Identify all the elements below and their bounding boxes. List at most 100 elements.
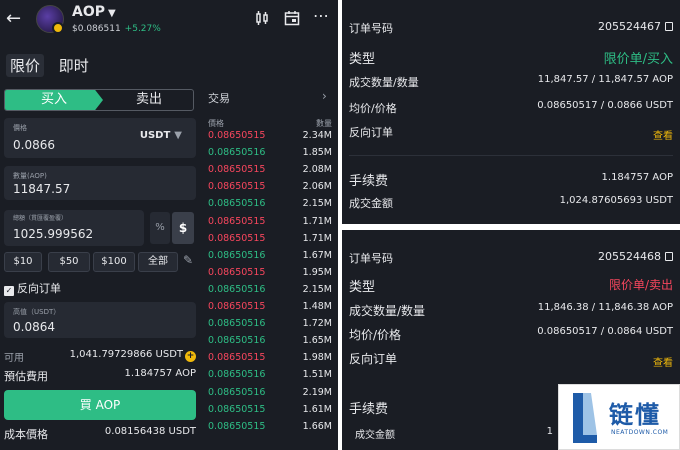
quick-amount-10[interactable]: $10 [4, 252, 42, 272]
orderbook-row[interactable]: 0.08650515 1.98M [208, 352, 332, 369]
orderbook-price: 0.08650515 [208, 403, 266, 415]
orderbook-price: 0.08650515 [208, 301, 266, 312]
cost-price-value: 0.08156438 USDT [104, 426, 196, 437]
orderbook-row[interactable]: 0.08650515 1.48M [208, 301, 332, 318]
orderbook-row[interactable]: 0.08650516 1.67M [208, 250, 332, 267]
quick-amount-100[interactable]: $100 [93, 252, 135, 272]
last-price-line: $0.086511 +5.27% [72, 24, 161, 34]
orderbook-title[interactable]: 交易 [208, 90, 230, 106]
buy-aop-button[interactable]: 買 AOP [4, 390, 196, 420]
price-unit-selector[interactable]: USDT ▼ [140, 130, 182, 141]
orderbook-row[interactable]: 0.08650515 2.34M [208, 130, 332, 147]
orderbook-price: 0.08650515 [208, 130, 266, 141]
quick-amount-50[interactable]: $50 [48, 252, 90, 272]
orderbook-qty: 1.72M [302, 318, 332, 330]
total-value-partial: 1 [546, 426, 553, 437]
view-link[interactable]: 查看 [653, 354, 673, 369]
back-arrow-icon[interactable]: ← [6, 8, 21, 29]
divider [349, 155, 673, 156]
orderbook-row[interactable]: 0.08650515 1.71M [208, 233, 332, 250]
orderbook-price: 0.08650515 [208, 164, 266, 176]
order-type-label: 类型 [349, 280, 376, 295]
order-number: 205524467 [598, 20, 661, 33]
filled-value: 11,847.57 / 11,847.57 AOP [537, 74, 673, 85]
avg-price-value: 0.08650517 / 0.0866 USDT [537, 100, 673, 111]
last-price: $0.086511 [72, 24, 121, 34]
pair-selector[interactable]: AOP ▼ [72, 4, 116, 20]
orderbook-price: 0.08650515 [208, 352, 266, 364]
orderbook-row[interactable]: 0.08650516 1.51M [208, 369, 332, 386]
price-value: 0.0866 [13, 138, 55, 152]
order-type-label: 类型 [349, 52, 376, 67]
orderbook-qty: 2.15M [302, 283, 332, 295]
tab-market[interactable]: 即时 [59, 55, 89, 76]
price-input[interactable]: 價格 0.0866 USDT ▼ [4, 118, 196, 158]
quick-amount-all[interactable]: 全部 [138, 252, 178, 272]
orderbook-row[interactable]: 0.08650515 1.95M [208, 267, 332, 284]
orderbook-row[interactable]: 0.08650516 2.15M [208, 198, 332, 215]
orderbook-row[interactable]: 0.08650515 1.61M [208, 404, 332, 421]
tab-limit[interactable]: 限价 [6, 54, 45, 77]
copy-icon[interactable] [665, 22, 673, 31]
orderbook-price: 0.08650515 [208, 232, 266, 244]
buy-sell-toggle: 买入 卖出 [4, 89, 194, 111]
pair-name: AOP [72, 4, 105, 20]
buy-tab[interactable]: 买入 [5, 90, 103, 110]
orderbook-row[interactable]: 0.08650516 2.15M [208, 284, 332, 301]
quantity-input[interactable]: 數量(AOP) 11847.57 [4, 166, 196, 200]
cost-price-row: 成本價格 0.08156438 USDT [4, 426, 196, 441]
amount-input[interactable]: 總額（貫匯覆盈覆） 1025.999562 [4, 210, 144, 246]
quantity-label: 數量(AOP) [13, 172, 47, 180]
orderbook-row[interactable]: 0.08650516 1.72M [208, 318, 332, 335]
reverse-order-label: 反向订单 [349, 352, 398, 366]
orderbook-row[interactable]: 0.08650516 1.85M [208, 147, 332, 164]
orderbook-row[interactable]: 0.08650515 2.08M [208, 164, 332, 181]
orderbook-price: 0.08650516 [208, 147, 266, 159]
est-fee-value: 1.184757 AOP [124, 368, 196, 379]
orderbook-qty-header: 數量 [316, 119, 332, 128]
avg-price-label: 均价/价格 [349, 328, 402, 342]
caret-down-icon: ▼ [108, 8, 116, 19]
orderbook-qty: 1.98M [302, 352, 332, 364]
orderbook-price: 0.08650515 [208, 420, 266, 432]
orderbook-row[interactable]: 0.08650515 2.06M [208, 181, 332, 198]
high-value-input[interactable]: 高值（USDT） 0.0864 [4, 302, 196, 338]
reverse-order-label: 反向订单 [17, 282, 61, 295]
available-value: 1,041.79729866 USDT [69, 349, 183, 360]
order-type-tabs: 限价 即时 [6, 54, 99, 77]
calendar-icon[interactable] [284, 10, 300, 30]
orderbook-row[interactable]: 0.08650515 1.71M [208, 216, 332, 233]
orderbook-row[interactable]: 0.08650516 1.65M [208, 335, 332, 352]
logo-l-icon [573, 393, 597, 443]
orderbook-row[interactable]: 0.08650516 2.19M [208, 387, 332, 404]
orderbook-price: 0.08650516 [208, 198, 266, 210]
orderbook-qty: 1.85M [302, 147, 332, 159]
reverse-order-checkbox[interactable]: ✓ 反向订单 [4, 280, 61, 296]
filled-label: 成交数量/数量 [349, 76, 419, 89]
order-number: 205524468 [598, 250, 661, 263]
candlestick-chart-icon[interactable] [254, 10, 270, 30]
copy-icon[interactable] [665, 252, 673, 261]
price-unit: USDT [139, 130, 171, 141]
add-funds-icon[interactable]: + [185, 351, 196, 362]
filled-value: 11,846.38 / 11,846.38 AOP [537, 302, 673, 313]
watermark-subtext: NEATDOWN.COM [611, 429, 669, 436]
sell-tab[interactable]: 卖出 [103, 90, 193, 110]
more-icon[interactable]: ⋯ [313, 6, 329, 25]
percent-mode-button[interactable]: % [150, 212, 170, 244]
orderbook-qty: 1.51M [302, 369, 332, 381]
watermark-logo: 链懂 NEATDOWN.COM [558, 384, 680, 450]
est-fee-label: 預估費用 [4, 370, 48, 383]
orderbook-qty: 2.06M [302, 181, 332, 193]
orderbook-price: 0.08650515 [208, 266, 266, 278]
view-link[interactable]: 查看 [653, 127, 673, 142]
chevron-right-icon[interactable]: › [322, 89, 327, 103]
total-label: 成交金额 [349, 197, 393, 210]
filled-label: 成交数量/数量 [349, 304, 426, 318]
reverse-order-label: 反向订单 [349, 126, 393, 139]
orderbook-qty: 2.08M [302, 164, 332, 176]
usd-mode-button[interactable]: $ [172, 212, 194, 244]
orderbook-row[interactable]: 0.08650515 1.66M [208, 421, 332, 438]
edit-icon[interactable]: ✎ [183, 253, 193, 267]
orderbook-price: 0.08650516 [208, 386, 266, 398]
